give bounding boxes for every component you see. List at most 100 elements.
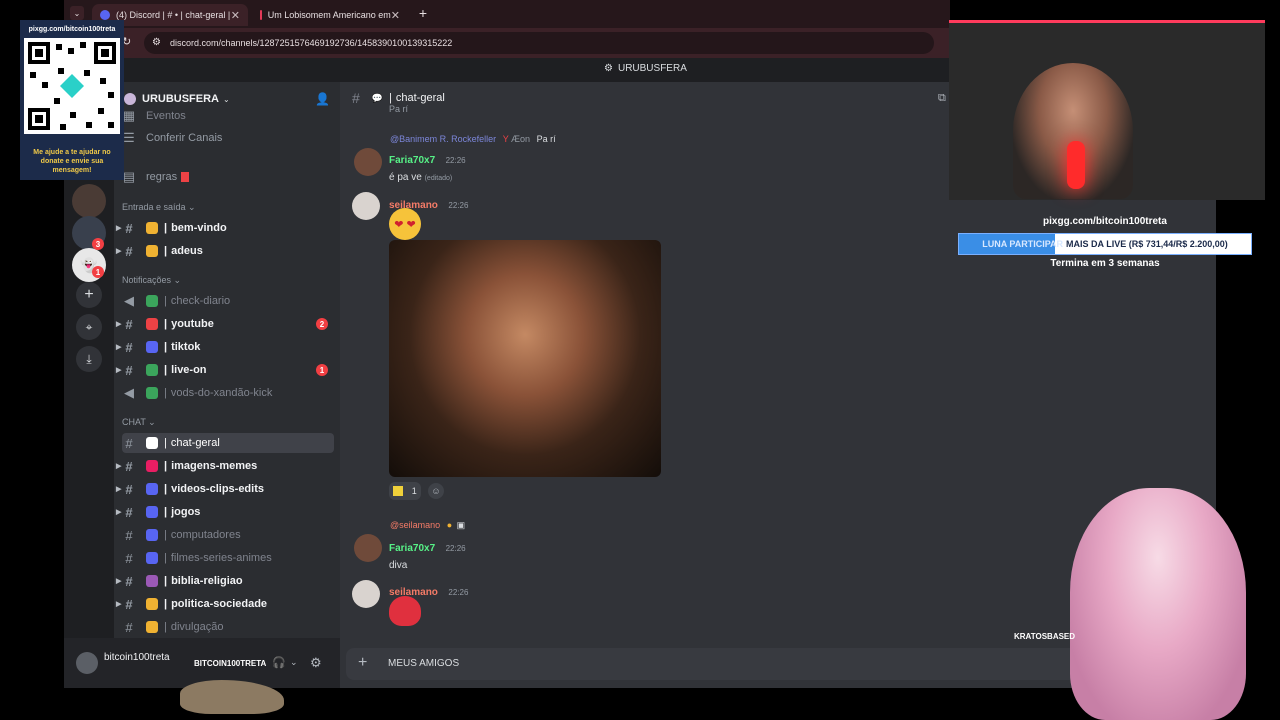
pix-url: pixgg.com/bitcoin100treta	[1043, 216, 1167, 227]
sidebar-item-channel[interactable]: ▶ # | imagens-memes	[116, 456, 334, 476]
collapse-arrow-icon[interactable]: ▶	[116, 366, 121, 374]
speech-bubble-icon: 💬	[371, 92, 384, 103]
message-time: 22:26	[448, 201, 469, 210]
reply-preview[interactable]: @seilamano ● ▣	[390, 520, 465, 531]
message-author[interactable]: seilamano	[389, 587, 438, 598]
site-info-icon[interactable]: ⚙	[152, 37, 161, 48]
sidebar-item-channel[interactable]: ◀ | vods-do-xandão-kick	[122, 383, 334, 403]
headset-icon[interactable]: 🎧	[272, 656, 286, 669]
vtuber-tag: KRATOSBASED	[1014, 632, 1076, 641]
discord-tab-icon	[100, 10, 110, 20]
chevron-down-icon[interactable]: ⌄	[290, 657, 298, 668]
collapse-arrow-icon[interactable]: ▶	[116, 600, 121, 608]
browse-channels-icon: ☰	[123, 130, 135, 145]
threads-icon[interactable]: ⧉	[938, 92, 946, 105]
message-time: 22:26	[448, 588, 469, 597]
collapse-arrow-icon[interactable]: ▶	[116, 224, 121, 232]
channel-pipe: |	[164, 552, 167, 564]
channel-emoji-icon	[146, 460, 158, 472]
message-time: 22:26	[445, 544, 466, 553]
add-attachment-icon[interactable]: +	[358, 654, 367, 672]
hash-icon: #	[125, 481, 133, 497]
channel-name: biblia-religiao	[171, 575, 243, 587]
tab-search-button[interactable]: ⌄	[70, 6, 84, 20]
channel-pipe: |	[164, 460, 168, 472]
reply-mention: @seilamano	[390, 520, 441, 530]
sidebar-item-channel[interactable]: ▶ # | tiktok	[116, 337, 334, 357]
message-input[interactable]: MEUS AMIGOS	[388, 658, 459, 669]
chat-header-title: chat-geral	[395, 92, 445, 104]
close-icon[interactable]: ✕	[391, 9, 400, 22]
channel-emoji-icon	[146, 506, 158, 518]
new-tab-button[interactable]: +	[414, 4, 432, 22]
message-time: 22:26	[445, 156, 466, 165]
sidebar-item-channel[interactable]: ▶ # | politica-sociedade	[116, 594, 334, 614]
category-label: CHAT	[122, 417, 146, 427]
server-badge: 1	[92, 266, 104, 278]
channel-pipe: |	[164, 364, 168, 376]
sidebar-item-channel[interactable]: ▶ # | live-on 1	[116, 360, 334, 380]
category-chat[interactable]: CHAT ⌄	[122, 417, 156, 428]
channel-pipe: |	[164, 506, 168, 518]
collapse-arrow-icon[interactable]: ▶	[116, 343, 121, 351]
reply-preview[interactable]: @Banimem R. Rockefeller Y Æon Pa rí	[390, 134, 556, 144]
sidebar-item-conferir-canais[interactable]: ☰ Conferir Canais	[122, 128, 334, 148]
avatar[interactable]	[354, 148, 382, 176]
sidebar-item-channel[interactable]: ◀ | check-diario	[122, 291, 334, 311]
avatar[interactable]	[352, 192, 380, 220]
avatar[interactable]	[354, 534, 382, 562]
sidebar-item-channel[interactable]: ▶ # | youtube 2	[116, 314, 334, 334]
message-author[interactable]: Faria70x7	[389, 543, 435, 554]
channel-name: youtube	[171, 318, 214, 330]
sidebar-item-channel[interactable]: # | divulgação	[122, 617, 334, 637]
channel-name: live-on	[171, 364, 207, 376]
sidebar-item-regras[interactable]: ▤ regras	[122, 167, 334, 187]
channel-name: imagens-memes	[171, 460, 258, 472]
hash-icon: #	[125, 339, 133, 355]
collapse-arrow-icon[interactable]: ▶	[116, 247, 121, 255]
hash-icon: #	[125, 435, 133, 451]
avatar[interactable]	[352, 580, 380, 608]
sidebar-item-channel[interactable]: ▶ # | bem-vindo	[116, 218, 334, 238]
collapse-arrow-icon[interactable]: ▶	[116, 577, 121, 585]
server-avatar[interactable]	[72, 184, 106, 218]
sidebar-item-channel[interactable]: ▶ # | videos-clips-edits	[116, 479, 334, 499]
discover-icon[interactable]: ⌖	[76, 314, 102, 340]
url-field[interactable]: ⚙ discord.com/channels/12872515764691927…	[144, 32, 934, 54]
close-icon[interactable]: ✕	[231, 9, 240, 22]
channel-name: adeus	[171, 245, 203, 257]
download-icon[interactable]: ⤓	[76, 346, 102, 372]
sidebar-item-channel[interactable]: ▶ # | biblia-religiao	[116, 571, 334, 591]
sidebar-item-channel[interactable]: ▶ # | jogos	[116, 502, 334, 522]
channel-name: vods-do-xandão-kick	[170, 387, 273, 399]
collapse-arrow-icon[interactable]: ▶	[116, 320, 121, 328]
collapse-arrow-icon[interactable]: ▶	[116, 462, 121, 470]
sidebar-item-channel[interactable]: ▶ # | adeus	[116, 241, 334, 261]
hash-icon: #	[125, 527, 133, 543]
qr-caption: Me ajude a te ajudar no donate e envie s…	[33, 149, 111, 174]
gear-icon[interactable]: ⚙	[310, 655, 322, 671]
hash-icon: #	[125, 316, 133, 332]
message: Faria70x7 22:26 diva	[389, 538, 466, 571]
category-entrada[interactable]: Entrada e saída ⌄	[122, 202, 196, 213]
sidebar-item-channel[interactable]: # | chat-geral	[122, 433, 334, 453]
category-label: Entrada e saída	[122, 202, 186, 212]
sidebar-item-channel[interactable]: # | filmes-series-animes	[122, 548, 334, 568]
image-attachment[interactable]	[389, 240, 661, 477]
reaction[interactable]: 1	[389, 482, 421, 500]
add-reaction-icon[interactable]: ☺	[428, 483, 444, 499]
server-logo	[124, 93, 136, 105]
collapse-arrow-icon[interactable]: ▶	[116, 508, 121, 516]
avatar[interactable]	[76, 652, 98, 674]
invite-people-icon[interactable]: 👤	[315, 92, 330, 106]
sidebar-item-eventos[interactable]: ▦ Eventos	[122, 106, 334, 126]
reply-mention: @Banimem R. Rockefeller	[390, 134, 497, 144]
category-notificacoes[interactable]: Notificações ⌄	[122, 275, 181, 286]
add-server-icon[interactable]: +	[76, 282, 102, 308]
channel-name: divulgação	[170, 621, 224, 633]
message-author[interactable]: Faria70x7	[389, 155, 435, 166]
collapse-arrow-icon[interactable]: ▶	[116, 485, 121, 493]
sidebar-item-label: Eventos	[146, 110, 186, 122]
tab-movie[interactable]: Um Lobisomem Americano em ✕	[252, 4, 408, 26]
sidebar-item-channel[interactable]: # | computadores	[122, 525, 334, 545]
